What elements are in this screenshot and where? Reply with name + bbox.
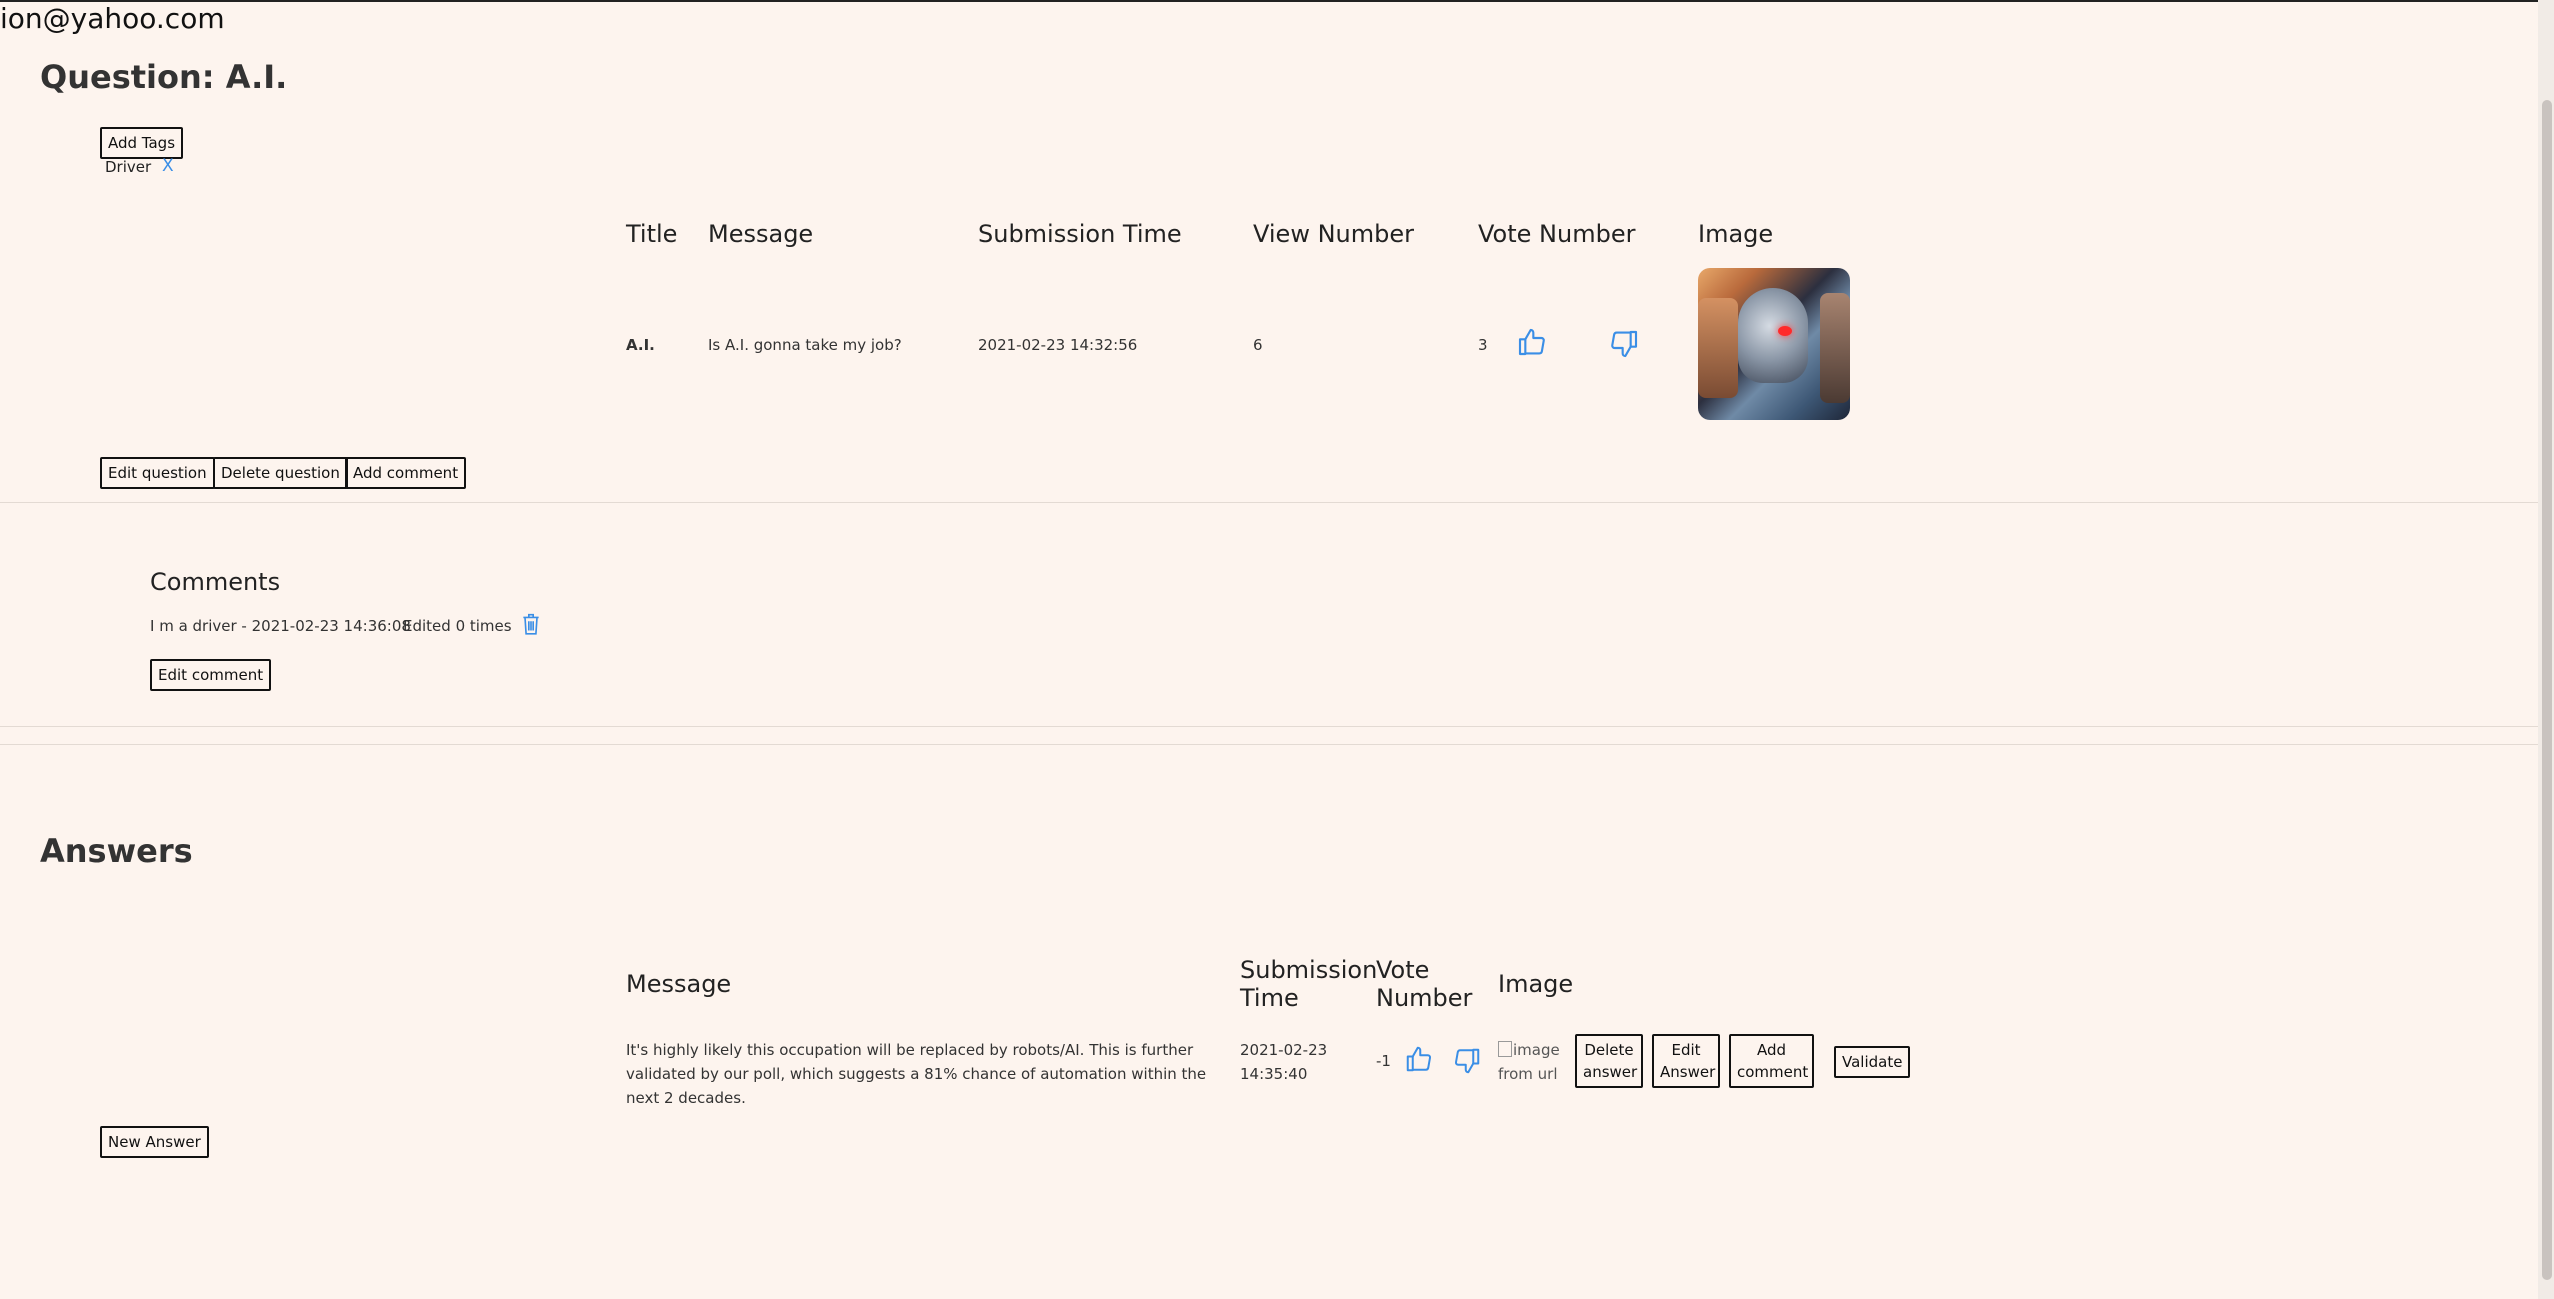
thumbs-up-icon[interactable]: [1404, 1044, 1434, 1078]
scrollbar[interactable]: [2538, 0, 2554, 1299]
question-submission-time-cell: 2021-02-23 14:32:56: [978, 336, 1138, 354]
question-title-cell: A.I.: [626, 336, 655, 354]
col-header-view-number: View Number: [1253, 220, 1414, 248]
comment-text: I m a driver - 2021-02-23 14:36:08: [150, 617, 411, 635]
divider: [0, 744, 2554, 745]
col-header-vote-number: Vote Number: [1478, 220, 1636, 248]
image-robot-skull: [1738, 288, 1808, 383]
delete-question-button[interactable]: Delete question: [213, 457, 348, 489]
question-message-cell: Is A.I. gonna take my job?: [708, 336, 902, 354]
answer-col-header-submission-time: Submission Time: [1240, 956, 1378, 1012]
tag-remove-link[interactable]: X: [162, 156, 174, 176]
answer-vote-number-cell: -1: [1376, 1052, 1391, 1070]
thumbs-down-icon[interactable]: [1608, 328, 1640, 364]
image-face-right: [1820, 293, 1850, 403]
col-header-submission-time: Submission Time: [978, 220, 1182, 248]
col-header-message: Message: [708, 220, 814, 248]
broken-image-icon: [1498, 1041, 1512, 1057]
answers-heading: Answers: [40, 832, 193, 870]
validate-button[interactable]: Validate: [1834, 1046, 1911, 1078]
comment-edited-count: Edited 0 times: [403, 617, 512, 635]
divider: [0, 502, 2554, 503]
scrollbar-thumb[interactable]: [2542, 100, 2552, 1280]
image-robot-eye: [1778, 326, 1792, 336]
page: ion@yahoo.com Question: A.I. Add Tags Dr…: [0, 0, 2554, 1299]
image-face-left: [1698, 298, 1738, 398]
question-vote-number-cell: 3: [1478, 336, 1488, 354]
add-comment-button[interactable]: Add comment: [345, 457, 467, 489]
answer-image-broken: image from url: [1498, 1038, 1564, 1086]
delete-answer-button[interactable]: Delete answer: [1575, 1034, 1643, 1088]
question-view-number-cell: 6: [1253, 336, 1263, 354]
question-image: [1698, 268, 1850, 420]
add-answer-comment-button[interactable]: Add comment: [1729, 1034, 1814, 1088]
divider: [0, 726, 2554, 727]
comments-heading: Comments: [150, 568, 281, 596]
thumbs-up-icon[interactable]: [1516, 326, 1548, 362]
answer-col-header-image: Image: [1498, 970, 1574, 998]
col-header-image: Image: [1698, 220, 1774, 248]
answer-submission-time-cell: 2021-02-23 14:35:40: [1240, 1041, 1328, 1083]
new-answer-button[interactable]: New Answer: [100, 1126, 209, 1158]
edit-question-button[interactable]: Edit question: [100, 457, 215, 489]
question-heading: Question: A.I.: [40, 58, 288, 96]
answer-col-header-vote-number: Vote Number: [1376, 956, 1473, 1012]
answer-message-cell: It's highly likely this occupation will …: [626, 1041, 1207, 1107]
col-header-title: Title: [626, 220, 678, 248]
edit-comment-button[interactable]: Edit comment: [150, 659, 272, 691]
answer-col-header-message: Message: [626, 970, 732, 998]
thumbs-down-icon[interactable]: [1452, 1046, 1482, 1080]
add-tags-button[interactable]: Add Tags: [100, 127, 184, 159]
user-email: ion@yahoo.com: [0, 2, 225, 35]
top-border: [0, 0, 2554, 2]
tag-label: Driver: [105, 158, 152, 176]
edit-answer-button[interactable]: Edit Answer: [1652, 1034, 1720, 1088]
trash-icon[interactable]: [520, 612, 542, 640]
